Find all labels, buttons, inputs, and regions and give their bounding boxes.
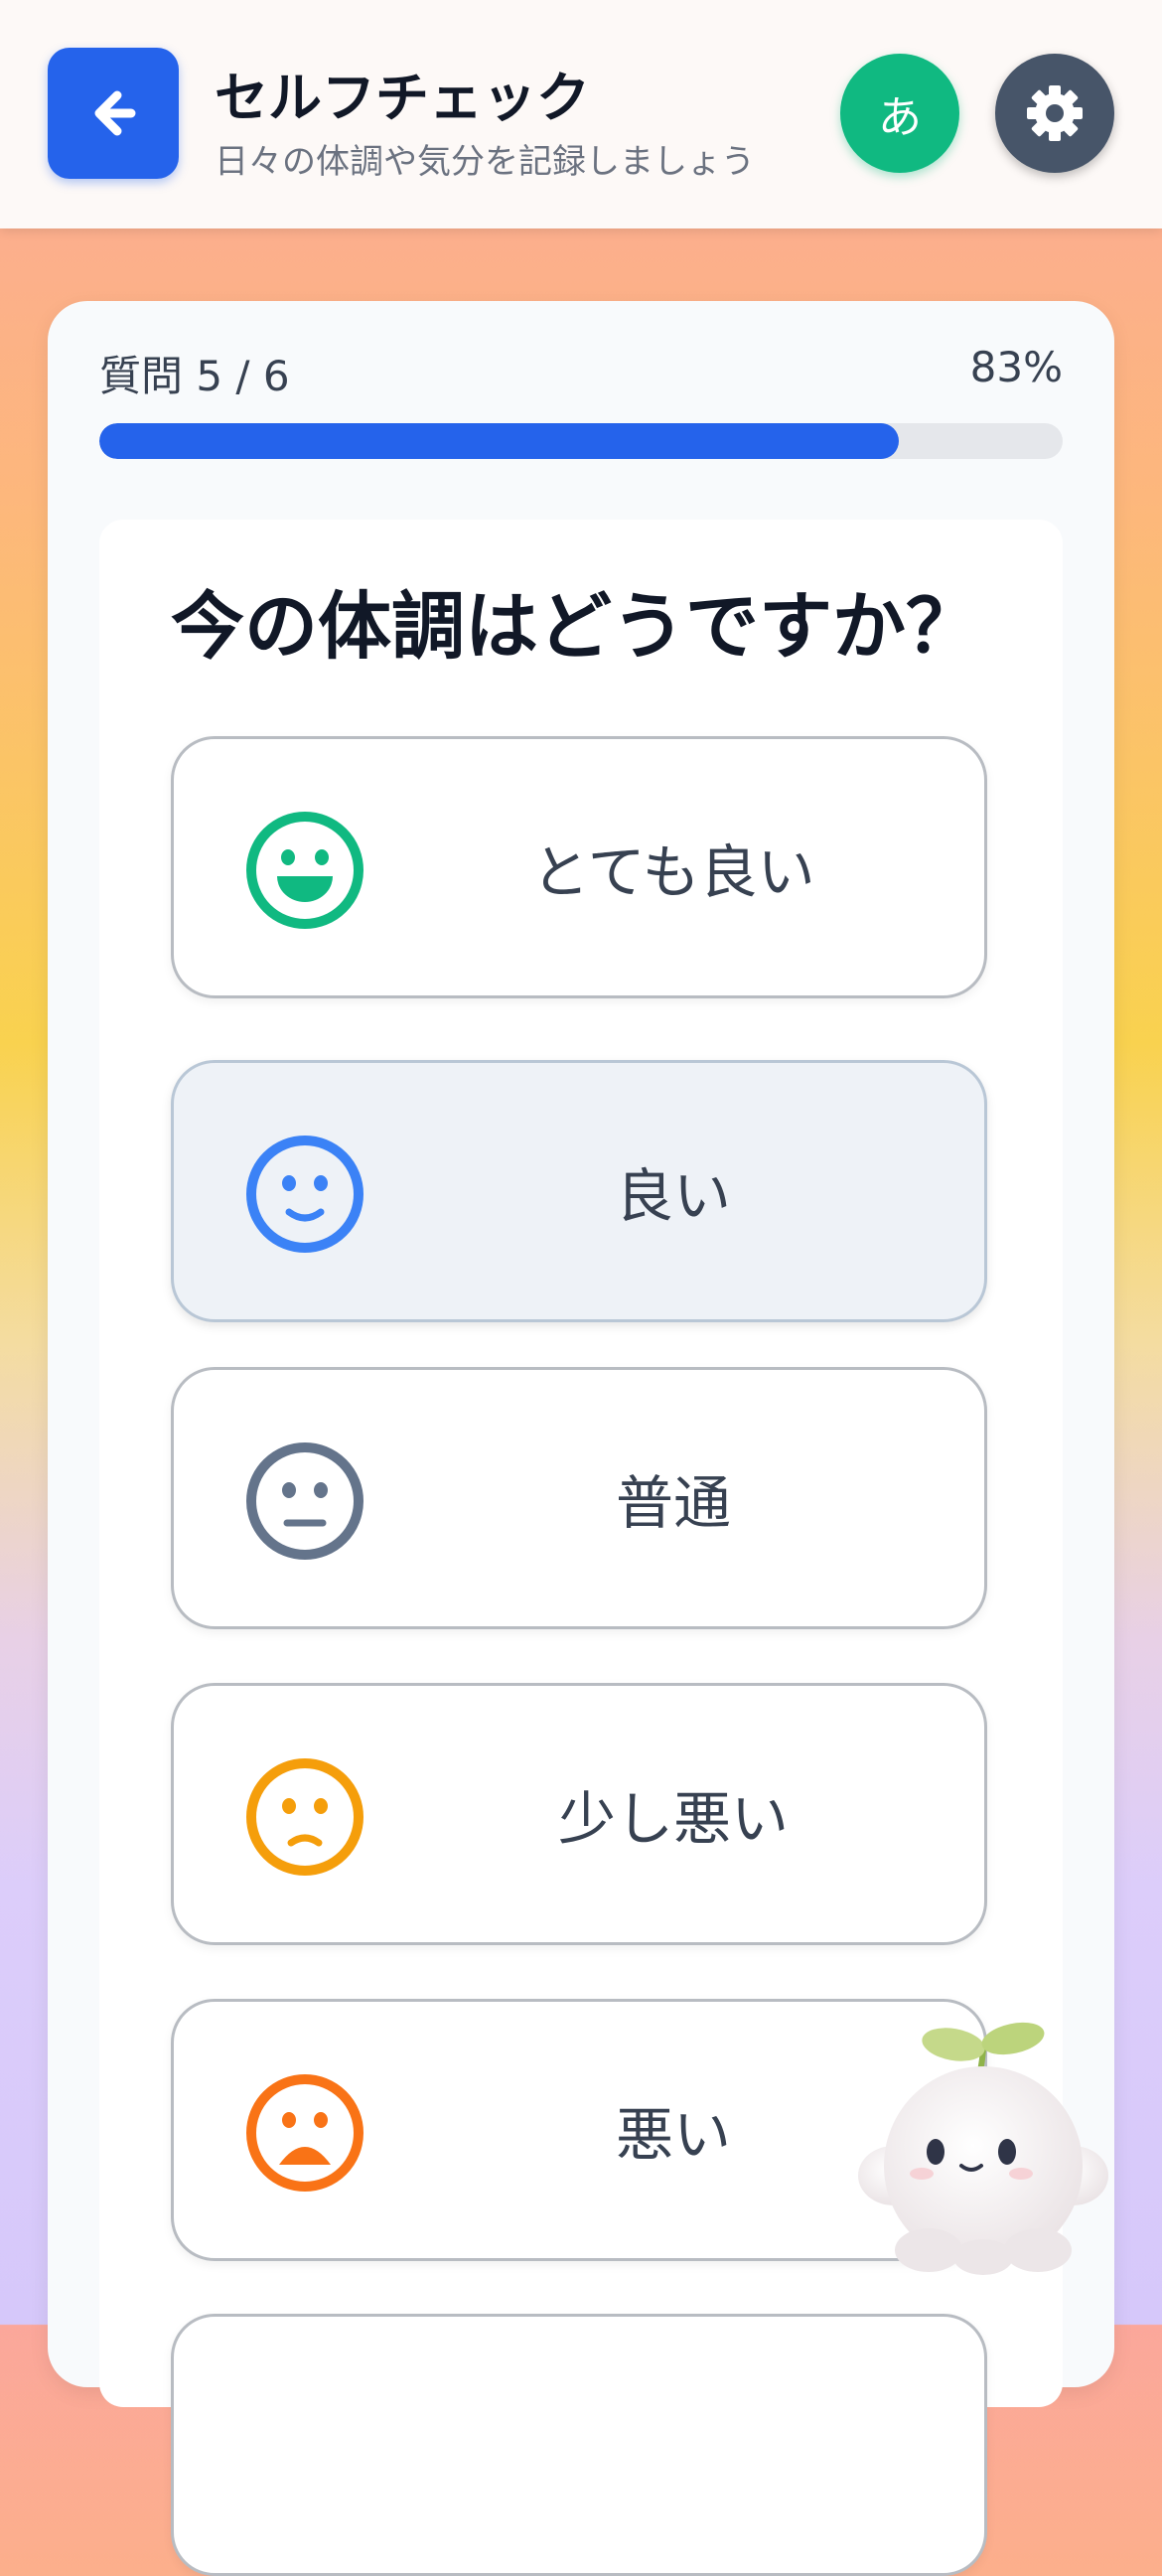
very-happy-face-icon — [246, 812, 363, 929]
option-very-good[interactable]: とても良い — [171, 736, 987, 998]
progress-fill — [99, 423, 900, 459]
sprout-mascot — [858, 2022, 1108, 2275]
arrow-left-icon — [94, 90, 136, 136]
page-title: セルフチェック — [215, 67, 590, 129]
option-label: 良い — [615, 1162, 731, 1230]
progress-bar — [99, 423, 1063, 459]
question-text: 今の体調はどうですか？ — [171, 584, 979, 670]
neutral-face-icon — [246, 1442, 363, 1560]
option-label: 少し悪い — [557, 1785, 789, 1853]
option-label: とても良い — [531, 838, 815, 906]
app-header: セルフチェック 日々の体調や気分を記録しましょう あ — [0, 0, 1162, 228]
option-label: 普通 — [615, 1469, 731, 1537]
settings-button[interactable] — [995, 54, 1114, 173]
option-normal[interactable]: 普通 — [171, 1367, 987, 1629]
slightly-sad-face-icon — [246, 1758, 363, 1876]
sad-face-icon — [246, 2074, 363, 2192]
back-button[interactable] — [48, 48, 179, 179]
gear-icon — [1027, 85, 1083, 141]
question-counter: 質問 5 / 6 — [99, 352, 290, 400]
page-subtitle: 日々の体調や気分を記録しましょう — [215, 142, 755, 182]
option-partial[interactable] — [171, 2314, 987, 2576]
language-button[interactable]: あ — [840, 54, 959, 173]
smile-face-icon — [246, 1136, 363, 1253]
progress-percent: 83% — [969, 343, 1063, 391]
option-slightly-bad[interactable]: 少し悪い — [171, 1683, 987, 1945]
option-good[interactable]: 良い — [171, 1060, 987, 1322]
